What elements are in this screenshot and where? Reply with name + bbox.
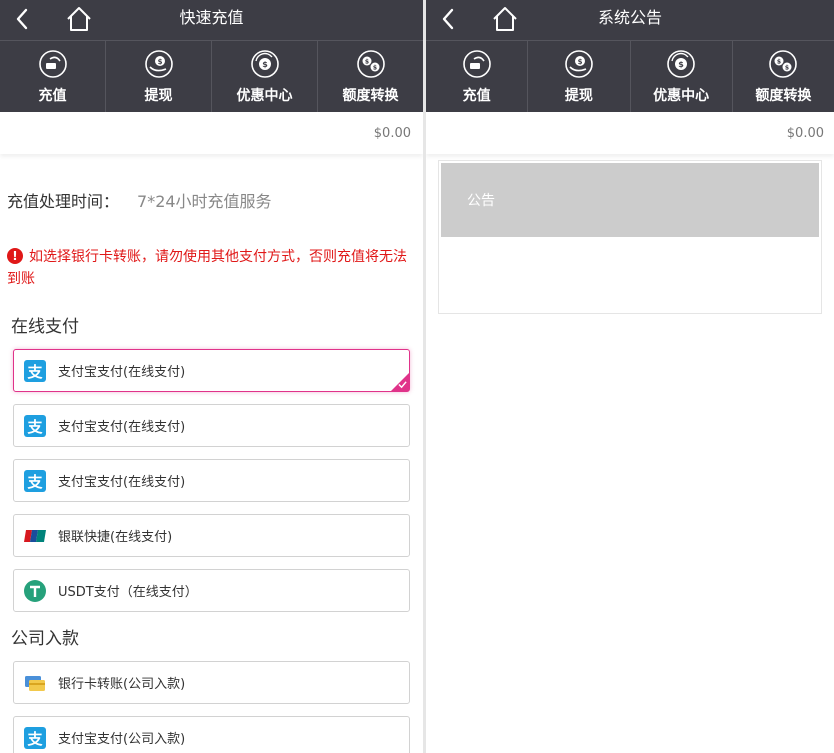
alipay-icon: 支: [24, 726, 46, 749]
nav-item-promotions[interactable]: $ 优惠中心: [212, 41, 318, 112]
payment-option-alipay-company[interactable]: 支 支付宝支付(公司入款): [13, 716, 410, 753]
svg-text:$: $: [157, 58, 162, 66]
page-title: 系统公告: [597, 8, 662, 27]
balance-display: $0.00: [426, 112, 834, 154]
processing-time-label: 充值处理时间：: [7, 192, 120, 211]
usdt-icon: [24, 579, 46, 602]
nav-item-recharge[interactable]: 充值: [0, 41, 106, 112]
payment-option-bank-transfer[interactable]: 银行卡转账(公司入款): [13, 661, 410, 704]
bank-card-icon: [25, 675, 45, 691]
company-deposit-title: 公司入款: [11, 629, 79, 649]
svg-text:$: $: [372, 65, 376, 72]
card-hand-icon: [38, 50, 67, 78]
processing-time-value: 7*24小时充值服务: [137, 192, 272, 211]
check-icon: [398, 381, 407, 389]
recharge-screen: 快速充值 充值 $ 提现 $ 优惠中心 $ $ 额度转换 $0.00 充值处理时间…: [0, 0, 423, 753]
payment-option-alipay-online-2[interactable]: 支 支付宝支付(在线支付): [13, 404, 410, 447]
top-nav: 充值 $ 提现 $ 优惠中心 $ $ 额度转换: [0, 40, 423, 112]
svg-text:支: 支: [26, 418, 43, 436]
unionpay-icon: [24, 529, 46, 542]
svg-text:$: $: [678, 60, 684, 69]
alipay-icon: 支: [24, 469, 46, 492]
warning-text: 如选择银行卡转账，请勿使用其他支付方式，否则充值将无法到账: [7, 249, 407, 287]
svg-text:$: $: [262, 60, 268, 69]
svg-text:$: $: [777, 59, 781, 66]
nav-item-recharge[interactable]: 充值: [426, 41, 529, 112]
svg-text:支: 支: [26, 473, 43, 491]
payment-option-unionpay[interactable]: 银联快捷(在线支付): [13, 514, 410, 557]
svg-text:$: $: [364, 59, 368, 66]
payment-option-alipay-online-3[interactable]: 支 支付宝支付(在线支付): [13, 459, 410, 502]
payment-option-alipay-online-1[interactable]: 支 支付宝支付(在线支付): [13, 349, 410, 392]
recharge-content: 充值处理时间： 7*24小时充值服务 ! 如选择银行卡转账，请勿使用其他支付方式，否…: [0, 188, 423, 753]
processing-time-row: 充值处理时间： 7*24小时充值服务: [7, 188, 410, 212]
announcement-screen: 系统公告 充值 $ 提现 $ 优惠中心 $ $ 额度转换 $0.00 公告: [426, 0, 834, 753]
balance-display: $0.00: [0, 112, 423, 154]
svg-text:支: 支: [26, 363, 43, 381]
nav-item-promotions[interactable]: $ 优惠中心: [631, 41, 733, 112]
nav-item-transfer[interactable]: $ $ 额度转换: [733, 41, 834, 112]
alipay-icon: 支: [24, 414, 46, 437]
announcement-panel: 公告: [438, 160, 822, 314]
coin-cycle-icon: $: [250, 50, 279, 78]
svg-text:支: 支: [26, 730, 43, 748]
transfer-warning: ! 如选择银行卡转账，请勿使用其他支付方式，否则充值将无法到账: [7, 246, 410, 290]
announcement-title[interactable]: 公告: [441, 163, 819, 237]
exclamation-icon: !: [7, 248, 23, 264]
card-hand-icon: [462, 50, 491, 78]
top-nav: 充值 $ 提现 $ 优惠中心 $ $ 额度转换: [426, 40, 834, 112]
alipay-icon: 支: [24, 359, 46, 382]
coin-exchange-icon: $$: [769, 50, 798, 78]
payment-option-usdt[interactable]: USDT支付（在线支付）: [13, 569, 410, 612]
nav-item-withdraw[interactable]: $ 提现: [106, 41, 212, 112]
coin-hand-icon: $: [144, 50, 173, 78]
svg-text:$: $: [577, 58, 582, 66]
online-payment-title: 在线支付: [11, 317, 79, 337]
header-bar: 系统公告: [426, 0, 834, 40]
coin-exchange-icon: $$: [356, 50, 385, 78]
coin-cycle-icon: $: [667, 50, 695, 78]
svg-text:$: $: [785, 65, 789, 72]
nav-item-transfer[interactable]: $ $ 额度转换: [318, 41, 423, 112]
nav-item-withdraw[interactable]: $ 提现: [528, 41, 631, 112]
header-bar: 快速充值: [0, 0, 423, 40]
coin-hand-icon: $: [565, 50, 593, 78]
page-title: 快速充值: [179, 8, 244, 27]
